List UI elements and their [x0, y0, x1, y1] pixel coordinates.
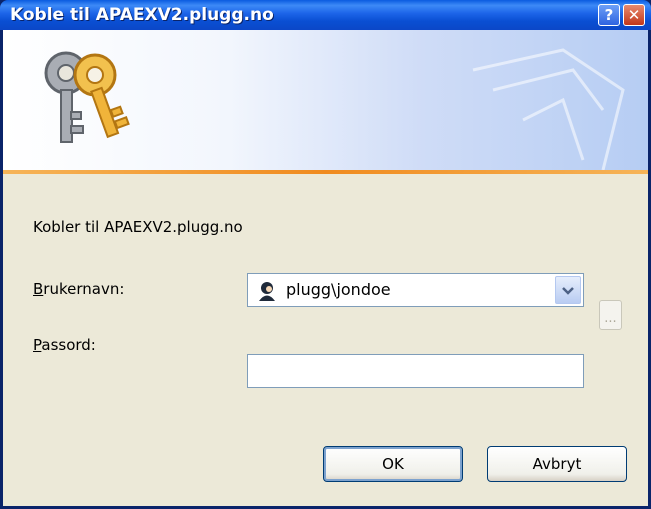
password-input[interactable] [247, 354, 584, 388]
banner-divider [3, 170, 648, 174]
password-label-rest: assord: [41, 336, 96, 354]
help-button[interactable]: ? [598, 4, 620, 26]
dropdown-button[interactable] [555, 276, 581, 304]
ok-button[interactable]: OK [323, 446, 463, 482]
keys-icon [44, 51, 130, 143]
title-bar[interactable]: Koble til APAEXV2.plugg.no ? ✕ [0, 0, 651, 30]
username-label-rest: rukernavn: [43, 280, 125, 298]
user-icon [259, 282, 275, 301]
username-value: plugg\jondoe [286, 280, 391, 299]
connecting-text: Kobler til APAEXV2.plugg.no [33, 218, 243, 236]
password-label: Passord: [33, 336, 96, 354]
dialog-body: Kobler til APAEXV2.plugg.no Brukernavn: … [3, 30, 648, 506]
window-title: Koble til APAEXV2.plugg.no [10, 5, 274, 25]
banner [3, 30, 648, 170]
close-button[interactable]: ✕ [623, 4, 645, 26]
username-label: Brukernavn: [33, 280, 124, 298]
dropdown-arrow-icon [562, 287, 574, 295]
close-icon: ✕ [627, 6, 641, 24]
username-label-mnemonic: B [33, 280, 44, 298]
username-combo[interactable]: plugg\jondoe [247, 273, 584, 307]
cancel-button[interactable]: Avbryt [487, 446, 627, 482]
login-dialog: Koble til APAEXV2.plugg.no ? ✕ Kobler ti… [0, 0, 651, 509]
help-icon: ? [604, 6, 614, 24]
browse-button[interactable]: ... [599, 300, 622, 330]
